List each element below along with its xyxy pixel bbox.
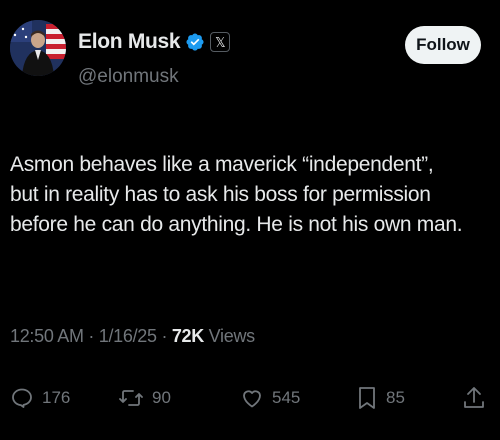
views-count: 72K bbox=[171, 326, 204, 346]
share-icon bbox=[464, 387, 484, 408]
tweet-text-line: but in reality has to ask his boss for p… bbox=[10, 183, 431, 206]
bookmark-count: 85 bbox=[386, 388, 405, 407]
verified-badge-icon[interactable] bbox=[185, 32, 205, 52]
heart-icon bbox=[243, 390, 261, 408]
share-button[interactable] bbox=[462, 378, 486, 418]
bookmark-icon bbox=[359, 387, 375, 409]
repost-count: 90 bbox=[152, 388, 171, 407]
avatar[interactable] bbox=[10, 20, 66, 76]
follow-button[interactable]: Follow bbox=[405, 26, 481, 64]
avatar-image bbox=[10, 20, 66, 76]
repost-icon bbox=[119, 390, 143, 406]
author-name-row: Elon Musk 𝕏 bbox=[78, 29, 231, 55]
reply-icon bbox=[12, 388, 32, 408]
reply-button[interactable]: 176 bbox=[10, 378, 70, 418]
tweet-meta: 12:50 AM · 1/16/25 · 72K Views bbox=[10, 326, 255, 347]
tweet-text: Asmon behaves like a maverick “independe… bbox=[10, 150, 490, 240]
like-button[interactable]: 545 bbox=[240, 378, 300, 418]
tweet-actions-bar: 176 90 545 85 bbox=[0, 378, 500, 418]
meta-separator: · bbox=[161, 326, 168, 346]
meta-separator: · bbox=[88, 326, 95, 346]
tweet-date[interactable]: 1/16/25 bbox=[99, 326, 157, 346]
tweet-text-line: before he can do anything. He is not his… bbox=[10, 213, 463, 236]
author-handle[interactable]: @elonmusk bbox=[78, 66, 179, 88]
x-affiliation-icon[interactable]: 𝕏 bbox=[210, 32, 231, 52]
views-label: Views bbox=[208, 326, 256, 346]
bookmark-button[interactable]: 85 bbox=[356, 378, 405, 418]
tweet-time[interactable]: 12:50 AM bbox=[10, 326, 84, 346]
like-count: 545 bbox=[272, 388, 301, 407]
tweet-text-line: Asmon behaves like a maverick “independe… bbox=[10, 153, 434, 176]
repost-button[interactable]: 90 bbox=[118, 378, 171, 418]
reply-count: 176 bbox=[42, 388, 71, 407]
author-display-name[interactable]: Elon Musk bbox=[78, 30, 181, 54]
